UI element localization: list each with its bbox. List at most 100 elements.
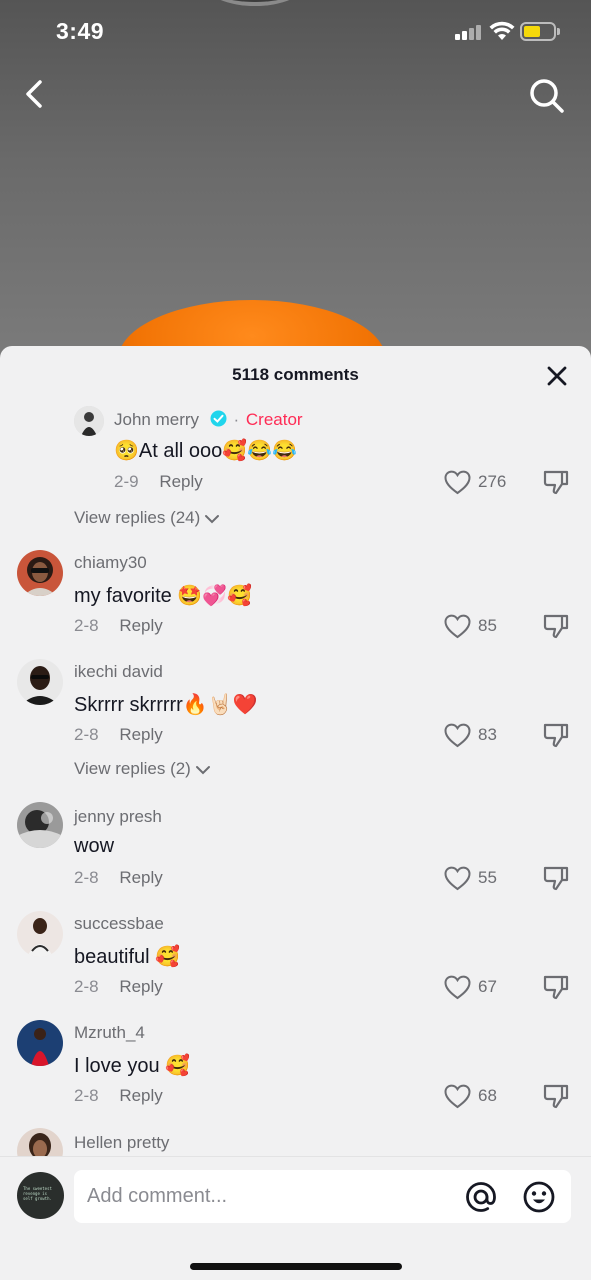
wifi-icon: [489, 21, 515, 40]
heart-icon: [444, 975, 471, 1000]
comment-text: I love you 🥰: [74, 1055, 191, 1077]
comment-item: ikechi david Skrrrr skrrrrr🔥🤘🏻❤️ 2-8 Rep…: [0, 659, 591, 789]
at-icon: [466, 1182, 496, 1212]
comment-meta: 2-8 Reply: [74, 868, 163, 888]
comment-meta: 2-8 Reply: [74, 977, 163, 997]
thumbs-down-icon: [543, 1084, 569, 1109]
comment-date: 2-8: [74, 725, 99, 744]
comment-meta: 2-8 Reply: [74, 616, 163, 636]
like-button[interactable]: 68: [444, 1082, 514, 1112]
like-count: 83: [478, 725, 497, 744]
heart-icon: [444, 1084, 471, 1109]
thumbs-down-icon: [543, 723, 569, 748]
comment-text: my favorite 🤩💞🥰: [74, 585, 253, 607]
emoji-icon: [523, 1181, 555, 1213]
my-avatar[interactable]: The sweetest revenge is self growth.: [17, 1172, 64, 1219]
comment-date: 2-8: [74, 977, 99, 996]
search-icon: [530, 79, 564, 113]
comment-meta: 2-8 Reply: [74, 725, 163, 745]
reply-button[interactable]: Reply: [119, 616, 162, 635]
like-count: 276: [478, 472, 507, 491]
status-bar: 3:49: [0, 0, 591, 64]
heart-icon: [444, 866, 471, 891]
avatar[interactable]: [74, 406, 104, 436]
comment-input[interactable]: [87, 1170, 447, 1223]
comment-text: wow: [74, 835, 115, 857]
like-count: 68: [478, 1086, 497, 1105]
like-button[interactable]: 55: [444, 864, 514, 894]
reply-button[interactable]: Reply: [119, 725, 162, 744]
heart-icon: [444, 470, 471, 495]
comment-input-container[interactable]: [74, 1170, 571, 1223]
dislike-button[interactable]: [542, 1082, 572, 1112]
cellular-signal-icon: [455, 24, 483, 40]
thumbs-down-icon: [543, 975, 569, 1000]
comment-text: 🥺At all ooo🥰😂😂: [114, 440, 297, 462]
comment-item: John merry · Creator 🥺At all ooo🥰😂😂 2-9 …: [0, 402, 591, 532]
battery-icon: [520, 22, 556, 41]
comment-username[interactable]: ikechi david: [74, 662, 163, 682]
emoji-button[interactable]: [522, 1180, 556, 1214]
comment-date: 2-9: [114, 472, 139, 491]
reply-button[interactable]: Reply: [119, 868, 162, 887]
dislike-button[interactable]: [542, 973, 572, 1003]
comment-item: Mzruth_4 I love you 🥰 2-8 Reply 68: [0, 1020, 591, 1116]
comments-list[interactable]: John merry · Creator 🥺At all ooo🥰😂😂 2-9 …: [0, 346, 591, 1156]
comment-username[interactable]: Hellen pretty: [74, 1133, 169, 1153]
comment-date: 2-8: [74, 868, 99, 887]
comment-composer-bar: The sweetest revenge is self growth.: [0, 1156, 591, 1280]
like-button[interactable]: 83: [444, 721, 514, 751]
avatar[interactable]: [17, 802, 63, 848]
dislike-button[interactable]: [542, 468, 572, 498]
search-button[interactable]: [527, 76, 567, 116]
reply-button[interactable]: Reply: [119, 1086, 162, 1105]
view-replies-button[interactable]: View replies (24): [74, 508, 220, 528]
chevron-down-icon: [205, 514, 220, 523]
comment-username[interactable]: successbae: [74, 914, 164, 934]
heart-icon: [444, 614, 471, 639]
view-replies-button[interactable]: View replies (2): [74, 759, 211, 779]
chevron-down-icon: [195, 765, 210, 774]
verified-badge-icon: [210, 410, 227, 427]
my-avatar-text: The sweetest revenge is self growth.: [23, 1186, 52, 1201]
dislike-button[interactable]: [542, 721, 572, 751]
comment-item: successbae beautiful 🥰 2-8 Reply 67: [0, 911, 591, 1007]
avatar[interactable]: [17, 911, 63, 957]
thumbs-down-icon: [543, 614, 569, 639]
comments-sheet: 5118 comments John merry · Creator 🥺At a…: [0, 346, 591, 1280]
like-count: 55: [478, 868, 497, 887]
comment-date: 2-8: [74, 1086, 99, 1105]
thumbs-down-icon: [543, 470, 569, 495]
comment-text: Skrrrr skrrrrr🔥🤘🏻❤️: [74, 694, 258, 716]
avatar[interactable]: [17, 1128, 63, 1156]
heart-icon: [444, 723, 471, 748]
like-button[interactable]: 85: [444, 612, 514, 642]
comment-item: jenny presh wow 2-8 Reply 55: [0, 802, 591, 898]
comment-item: chiamy30 my favorite 🤩💞🥰 2-8 Reply 85: [0, 550, 591, 646]
like-button[interactable]: 67: [444, 973, 514, 1003]
home-indicator[interactable]: [190, 1263, 402, 1270]
comment-meta: 2-8 Reply: [74, 1086, 163, 1106]
mention-button[interactable]: [464, 1180, 498, 1214]
reply-button[interactable]: Reply: [119, 977, 162, 996]
back-button[interactable]: [18, 76, 52, 112]
like-count: 85: [478, 616, 497, 635]
comment-text: beautiful 🥰: [74, 946, 181, 968]
dislike-button[interactable]: [542, 612, 572, 642]
comment-username[interactable]: John merry · Creator: [114, 410, 303, 430]
avatar[interactable]: [17, 1020, 63, 1066]
reply-button[interactable]: Reply: [159, 472, 202, 491]
status-time: 3:49: [56, 18, 105, 44]
comment-meta: 2-9 Reply: [114, 472, 203, 492]
like-count: 67: [478, 977, 497, 996]
comment-username[interactable]: Mzruth_4: [74, 1023, 145, 1043]
comment-username[interactable]: chiamy30: [74, 553, 147, 573]
thumbs-down-icon: [543, 866, 569, 891]
like-button[interactable]: 276: [444, 468, 514, 498]
comment-item: Hellen pretty: [0, 1128, 591, 1156]
chevron-left-icon: [26, 80, 42, 108]
comment-username[interactable]: jenny presh: [74, 807, 162, 827]
avatar[interactable]: [17, 659, 63, 705]
avatar[interactable]: [17, 550, 63, 596]
dislike-button[interactable]: [542, 864, 572, 894]
